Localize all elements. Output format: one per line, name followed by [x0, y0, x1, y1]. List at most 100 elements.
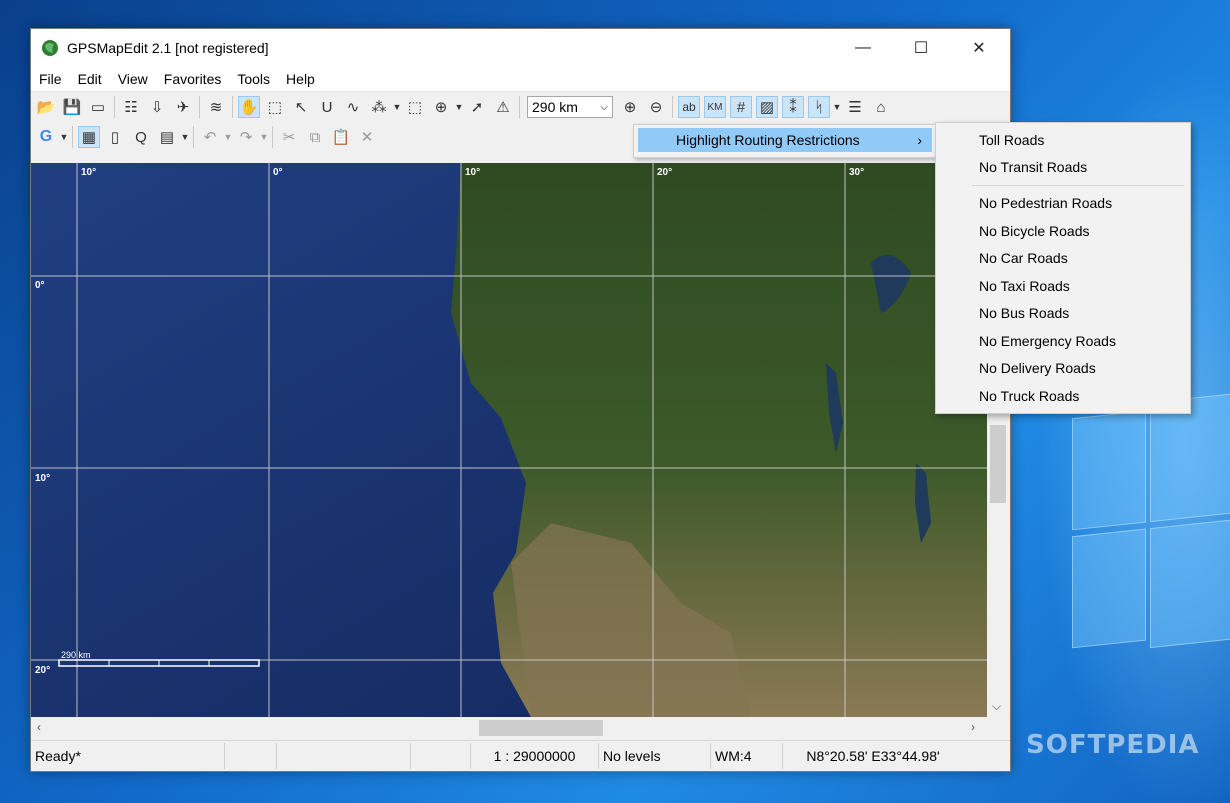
chevron-down-icon: ⌵	[600, 101, 608, 113]
title-bar: GPSMapEdit 2.1 [not registered] — ☐ ✕	[31, 29, 1010, 67]
grid-icon[interactable]: #	[730, 96, 752, 118]
save-icon[interactable]: 💾	[61, 96, 83, 118]
copy-icon[interactable]: ⧉	[304, 126, 326, 148]
zoom-in-icon[interactable]: ⊕	[619, 96, 641, 118]
status-levels: No levels	[599, 743, 711, 769]
status-cell-empty	[225, 743, 277, 769]
google-icon[interactable]: G	[35, 126, 57, 148]
submenu-item-no-car-roads[interactable]: No Car Roads	[979, 250, 1068, 266]
chevron-down-icon[interactable]: ▼	[259, 132, 269, 142]
status-cell-empty	[411, 743, 471, 769]
map-canvas[interactable]: 10° 0° 10° 20° 30° 0° 10° 20° 290 km	[31, 163, 987, 717]
windows-logo	[1072, 393, 1230, 669]
properties-icon[interactable]: ☷	[120, 96, 142, 118]
menu-favorites[interactable]: Favorites	[156, 71, 230, 87]
import-icon[interactable]: ⇩	[146, 96, 168, 118]
status-wm: WM:4	[711, 743, 783, 769]
houses-icon[interactable]: ⌂	[870, 96, 892, 118]
scale-combobox[interactable]: 290 km ⌵	[527, 96, 613, 118]
qp-icon[interactable]: Q	[130, 126, 152, 148]
status-text: Ready*	[31, 743, 225, 769]
chevron-down-icon[interactable]: ▼	[59, 132, 69, 142]
close-file-icon[interactable]: ▭	[87, 96, 109, 118]
grid-label: 10°	[465, 167, 480, 178]
polyline-icon[interactable]: ∿	[342, 96, 364, 118]
globe-app-icon	[42, 40, 58, 56]
waypoint-icon[interactable]: ➚	[466, 96, 488, 118]
open-folder-icon[interactable]: 📂	[35, 96, 57, 118]
routing-restrictions-submenu: Toll Roads No Transit Roads No Pedestria…	[935, 122, 1191, 414]
scale-ruler-toggle[interactable]: KM	[704, 96, 726, 118]
status-bar: Ready* 1 : 29000000 No levels WM:4 N8°20…	[31, 740, 1010, 771]
submenu-item-toll-roads[interactable]: Toll Roads	[979, 132, 1044, 148]
pointer-icon[interactable]: ↖	[290, 96, 312, 118]
crosshair-icon[interactable]: ⊕	[430, 96, 452, 118]
submenu-arrow-icon: ›	[917, 132, 922, 148]
paste-icon[interactable]: 📋	[330, 126, 352, 148]
page-icon[interactable]: ▯	[104, 126, 126, 148]
raster-icon[interactable]: ▦	[78, 126, 100, 148]
cut-select-icon[interactable]: ⬚	[404, 96, 426, 118]
chevron-down-icon[interactable]: ▼	[454, 102, 464, 112]
softpedia-watermark: SOFTPEDIA	[1026, 730, 1200, 760]
toolbar-separator	[232, 96, 233, 118]
scroll-left-icon[interactable]: ‹	[37, 720, 41, 734]
zoom-out-icon[interactable]: ⊖	[645, 96, 667, 118]
menu-edit[interactable]: Edit	[70, 71, 110, 87]
gps-icon[interactable]: ✈	[172, 96, 194, 118]
scroll-right-icon[interactable]: ›	[971, 720, 975, 734]
close-button[interactable]: ✕	[950, 29, 1008, 67]
status-coordinates: N8°20.58' E33°44.98'	[806, 748, 940, 764]
layers-icon[interactable]: ▤	[156, 126, 178, 148]
delete-icon[interactable]: ✕	[356, 126, 378, 148]
submenu-item-no-taxi-roads[interactable]: No Taxi Roads	[979, 278, 1070, 294]
grid-label: 30°	[849, 167, 864, 178]
menu-file[interactable]: File	[31, 71, 70, 87]
magnet-icon[interactable]: U	[316, 96, 338, 118]
highlight-restrictions-icon[interactable]: ᛋ	[808, 96, 830, 118]
measure-icon[interactable]: ⚠	[492, 96, 514, 118]
minimize-button[interactable]: —	[834, 29, 892, 67]
maximize-button[interactable]: ☐	[892, 29, 950, 67]
redo-icon[interactable]: ↷	[235, 126, 257, 148]
chevron-down-icon[interactable]: ▼	[392, 102, 402, 112]
undo-icon[interactable]: ↶	[199, 126, 221, 148]
zoom-select-icon[interactable]: ⬚	[264, 96, 286, 118]
main-toolbar: 📂 💾 ▭ ☷ ⇩ ✈ ≋ ✋ ⬚ ↖ U ∿ ⁂ ▼ ⬚ ⊕ ▼ ➚ ⚠ 29…	[31, 92, 1010, 122]
labels-toggle[interactable]: ab	[678, 96, 700, 118]
chevron-down-icon[interactable]: ▼	[223, 132, 233, 142]
hand-pan-icon[interactable]: ✋	[238, 96, 260, 118]
toolbar-separator	[72, 126, 73, 148]
menu-item-highlight-routing-restrictions[interactable]: Highlight Routing Restrictions ›	[638, 128, 932, 152]
horizontal-scrollbar[interactable]: ‹ ›	[31, 717, 987, 739]
submenu-item-no-delivery-roads[interactable]: No Delivery Roads	[979, 360, 1096, 376]
horizontal-scroll-thumb[interactable]	[479, 720, 603, 736]
chevron-down-icon[interactable]: ▼	[180, 132, 190, 142]
routing-icon[interactable]: ⁑	[782, 96, 804, 118]
cut-icon[interactable]: ✂	[278, 126, 300, 148]
nodes-icon[interactable]: ⁂	[368, 96, 390, 118]
scale-value: 290 km	[532, 99, 578, 115]
submenu-item-no-bicycle-roads[interactable]: No Bicycle Roads	[979, 223, 1090, 239]
submenu-item-no-pedestrian-roads[interactable]: No Pedestrian Roads	[979, 195, 1112, 211]
submenu-item-no-bus-roads[interactable]: No Bus Roads	[979, 305, 1069, 321]
submenu-item-no-truck-roads[interactable]: No Truck Roads	[979, 388, 1079, 404]
menu-view[interactable]: View	[110, 71, 156, 87]
ruler-text: KM	[707, 101, 723, 113]
scroll-down-icon[interactable]: ⌵	[992, 699, 1001, 714]
submenu-item-no-emergency-roads[interactable]: No Emergency Roads	[979, 333, 1116, 349]
menu-tools[interactable]: Tools	[229, 71, 278, 87]
grid-label: 10°	[81, 167, 96, 178]
status-cell-empty	[277, 743, 411, 769]
hatch-icon[interactable]: ▨	[756, 96, 778, 118]
grid-label: 10°	[35, 473, 50, 484]
satellite-map: 10° 0° 10° 20° 30° 0° 10° 20° 290 km	[31, 163, 987, 717]
menu-help[interactable]: Help	[278, 71, 323, 87]
submenu-item-no-transit-roads[interactable]: No Transit Roads	[979, 159, 1087, 175]
scale-bar-label: 290 km	[61, 650, 91, 660]
list-icon[interactable]: ☰	[844, 96, 866, 118]
vertical-scroll-thumb[interactable]	[990, 425, 1006, 503]
scroll-corner	[987, 717, 1009, 739]
chevron-down-icon[interactable]: ▼	[832, 102, 842, 112]
track-icon[interactable]: ≋	[205, 96, 227, 118]
